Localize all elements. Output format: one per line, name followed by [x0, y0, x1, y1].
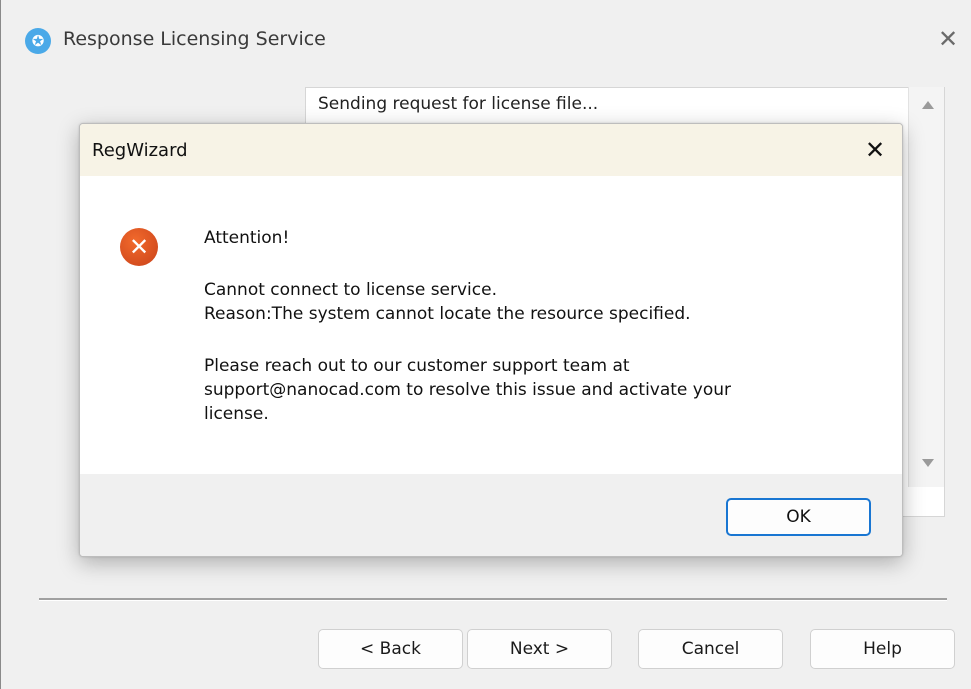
- message-heading: Attention!: [204, 228, 290, 248]
- app-icon-glyph: ✪: [31, 31, 45, 50]
- log-scrollbar[interactable]: [908, 87, 944, 487]
- message-line: Cannot connect to license service.: [204, 280, 497, 300]
- error-icon: ✕: [120, 228, 158, 266]
- regwizard-error-dialog: RegWizard ✕ ✕ Attention! Cannot connect …: [79, 123, 903, 557]
- window-titlebar: ✪ Response Licensing Service ✕: [1, 0, 971, 80]
- log-line: Sending request for license file...: [318, 94, 599, 114]
- back-button[interactable]: < Back: [318, 629, 463, 669]
- window-close-button[interactable]: ✕: [934, 24, 962, 54]
- message-line: support@nanocad.com to resolve this issu…: [204, 380, 732, 400]
- dialog-footer: OK: [80, 474, 902, 556]
- ok-button[interactable]: OK: [726, 498, 871, 536]
- dialog-titlebar: RegWizard ✕: [80, 124, 902, 176]
- dialog-title: RegWizard: [92, 140, 188, 161]
- next-button[interactable]: Next >: [467, 629, 612, 669]
- error-icon-glyph: ✕: [128, 233, 150, 261]
- message-line: license.: [204, 404, 269, 424]
- scroll-down-arrow-icon[interactable]: [922, 459, 934, 467]
- message-line: Reason:The system cannot locate the reso…: [204, 304, 691, 324]
- window-title: Response Licensing Service: [63, 28, 326, 50]
- footer-divider: [39, 598, 947, 601]
- scroll-up-arrow-icon[interactable]: [922, 101, 934, 109]
- dialog-close-button[interactable]: ✕: [860, 134, 890, 166]
- message-line: Please reach out to our customer support…: [204, 356, 630, 376]
- dialog-body: ✕ Attention! Cannot connect to license s…: [80, 176, 902, 474]
- app-star-icon: ✪: [25, 28, 51, 54]
- help-button[interactable]: Help: [810, 629, 955, 669]
- cancel-button[interactable]: Cancel: [638, 629, 783, 669]
